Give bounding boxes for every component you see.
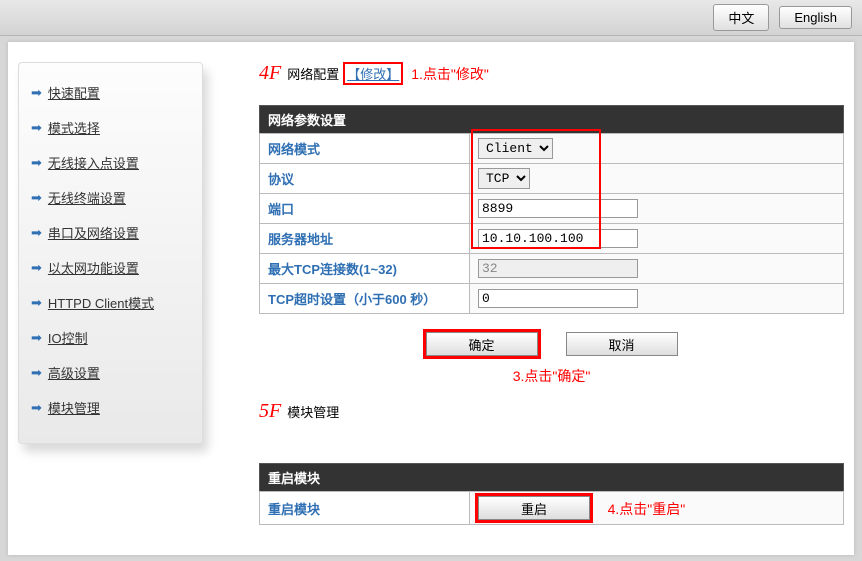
server-input[interactable] [478, 229, 638, 248]
arrow-icon: ➡ [31, 365, 42, 381]
sidebar-item-label: 无线终端设置 [48, 188, 126, 207]
annotation-click-modify: 1.点击"修改" [411, 64, 489, 84]
arrow-icon: ➡ [31, 120, 42, 136]
section-4f-header: 4F 网络配置 【修改】 1.点击"修改" [259, 62, 844, 85]
sidebar: ➡ 快速配置 ➡ 模式选择 ➡ 无线接入点设置 ➡ 无线终端设置 ➡ 串口及网络… [18, 62, 203, 444]
sidebar-item-io-control[interactable]: ➡ IO控制 [27, 320, 194, 355]
protocol-select[interactable]: TCP [478, 168, 530, 189]
arrow-icon: ➡ [31, 295, 42, 311]
step-4f-tag: 4F [259, 62, 281, 85]
annotation-click-restart: 4.点击"重启" [608, 501, 686, 517]
sidebar-item-advanced[interactable]: ➡ 高级设置 [27, 355, 194, 390]
row-net-mode-label: 网络模式 [260, 134, 470, 164]
lang-cn-button[interactable]: 中文 [713, 4, 769, 31]
sidebar-item-quick-config[interactable]: ➡ 快速配置 [27, 75, 194, 110]
sidebar-item-label: IO控制 [48, 328, 88, 347]
sidebar-item-sta-settings[interactable]: ➡ 无线终端设置 [27, 180, 194, 215]
sidebar-item-module-mgmt[interactable]: ➡ 模块管理 [27, 390, 194, 425]
row-timeout-label: TCP超时设置（小于600 秒） [260, 284, 470, 314]
arrow-icon: ➡ [31, 225, 42, 241]
sidebar-item-label: 快速配置 [48, 83, 100, 102]
port-input[interactable] [478, 199, 638, 218]
maxtcp-input [478, 259, 638, 278]
arrow-icon: ➡ [31, 260, 42, 276]
sidebar-item-label: 高级设置 [48, 363, 100, 382]
sidebar-item-label: 模块管理 [48, 398, 100, 417]
restart-row-label: 重启模块 [260, 492, 470, 525]
net-mode-select[interactable]: Client [478, 138, 553, 159]
restart-table: 重启模块 重启模块 重启 4.点击"重启" [259, 463, 844, 525]
section-5f-header: 5F 模块管理 [259, 400, 844, 423]
row-port-label: 端口 [260, 194, 470, 224]
sidebar-item-label: 无线接入点设置 [48, 153, 139, 172]
arrow-icon: ➡ [31, 155, 42, 171]
sidebar-item-label: 以太网功能设置 [48, 258, 139, 277]
sidebar-item-serial-network[interactable]: ➡ 串口及网络设置 [27, 215, 194, 250]
sidebar-item-label: 串口及网络设置 [48, 223, 139, 242]
restart-button[interactable]: 重启 [478, 496, 590, 520]
step-5f-tag: 5F [259, 400, 281, 423]
sidebar-item-label: 模式选择 [48, 118, 100, 137]
row-protocol-label: 协议 [260, 164, 470, 194]
arrow-icon: ➡ [31, 85, 42, 101]
modify-link[interactable]: 【修改】 [343, 62, 403, 85]
section-5f-title: 模块管理 [287, 402, 339, 421]
sidebar-item-ethernet[interactable]: ➡ 以太网功能设置 [27, 250, 194, 285]
section-4f-title: 网络配置 [287, 64, 339, 83]
arrow-icon: ➡ [31, 330, 42, 346]
sidebar-item-mode-select[interactable]: ➡ 模式选择 [27, 110, 194, 145]
lang-en-button[interactable]: English [779, 6, 852, 29]
sidebar-item-label: HTTPD Client模式 [48, 293, 154, 312]
ok-button[interactable]: 确定 [426, 332, 538, 356]
restart-table-title: 重启模块 [260, 464, 844, 492]
timeout-input[interactable] [478, 289, 638, 308]
arrow-icon: ➡ [31, 400, 42, 416]
sidebar-item-ap-settings[interactable]: ➡ 无线接入点设置 [27, 145, 194, 180]
arrow-icon: ➡ [31, 190, 42, 206]
cancel-button[interactable]: 取消 [566, 332, 678, 356]
network-params-table: 网络参数设置 网络模式 Client 协议 TCP [259, 105, 844, 314]
table-title: 网络参数设置 [260, 106, 844, 134]
sidebar-item-httpd-client[interactable]: ➡ HTTPD Client模式 [27, 285, 194, 320]
row-maxtcp-label: 最大TCP连接数(1~32) [260, 254, 470, 284]
annotation-click-ok: 3.点击"确定" [259, 366, 844, 386]
row-server-label: 服务器地址 [260, 224, 470, 254]
